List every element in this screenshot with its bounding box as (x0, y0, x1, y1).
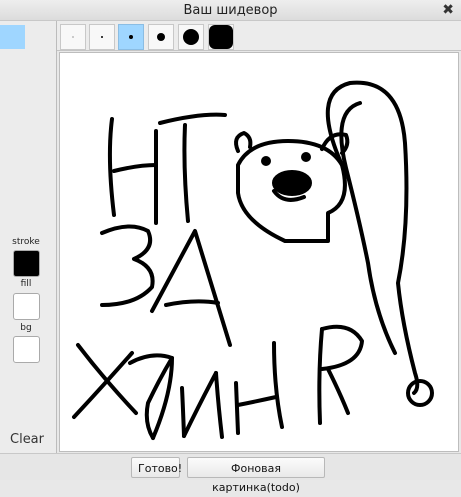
stroke-label: stroke (12, 237, 40, 247)
sketch-drawing (72, 80, 434, 440)
brush-size-2[interactable] (89, 24, 115, 50)
brush-dot-icon (129, 35, 133, 39)
stroke-color-swatch[interactable] (13, 250, 40, 277)
fill-color-swatch[interactable] (13, 293, 40, 320)
clear-button[interactable]: Clear (0, 432, 54, 447)
left-tool-panel: stroke fill bg Clear (0, 21, 57, 453)
done-button[interactable]: Готово! (131, 457, 182, 478)
bg-color-swatch[interactable] (13, 336, 40, 363)
brush-size-14[interactable] (178, 24, 204, 50)
fill-label: fill (20, 279, 32, 289)
background-image-button[interactable]: Фоновая картинка(todo) (187, 457, 325, 494)
drawing-canvas[interactable] (59, 52, 459, 452)
brush-dot-icon (183, 29, 199, 45)
bg-label: bg (20, 323, 32, 333)
window-title: Ваш шидевор (183, 3, 278, 18)
brush-size-1[interactable] (60, 24, 86, 50)
bottom-bar: Готово! Фоновая картинка(todo) (0, 453, 461, 494)
active-tool-indicator[interactable] (0, 25, 25, 49)
brush-size-8[interactable] (148, 24, 174, 50)
close-icon[interactable]: ✖ (442, 0, 454, 21)
brush-dot-icon (209, 25, 233, 49)
brush-dot-icon (101, 36, 103, 38)
brush-size-toolbar (57, 21, 461, 51)
brush-size-20[interactable] (208, 24, 234, 50)
title-bar: Ваш шидевор ✖ (0, 0, 461, 21)
brush-dot-icon (157, 33, 165, 41)
brush-size-4[interactable] (118, 24, 144, 50)
brush-dot-icon (72, 36, 74, 38)
